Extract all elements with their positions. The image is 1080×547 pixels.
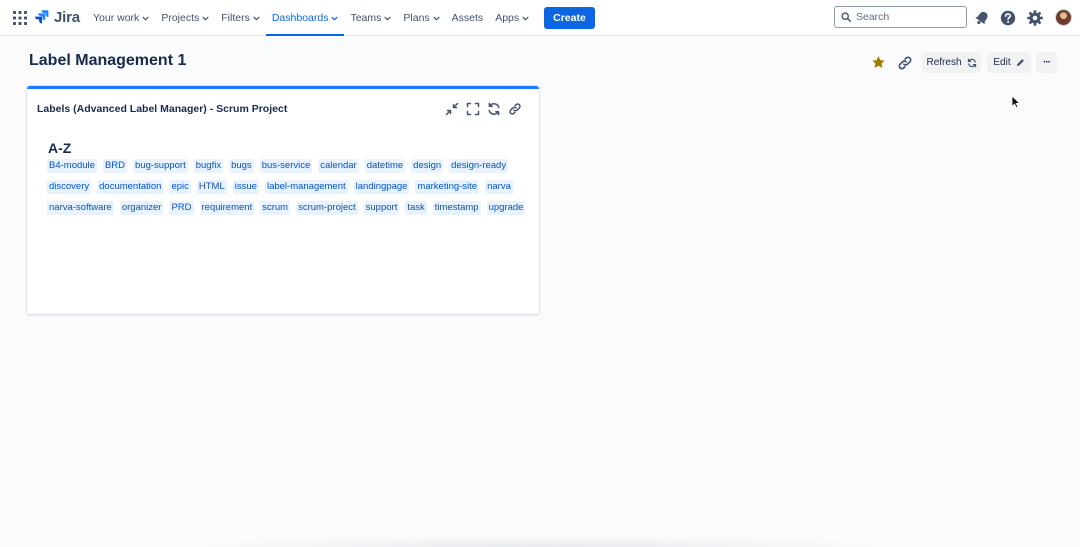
notifications-icon[interactable] [973,9,991,27]
label-chip[interactable]: design [411,159,444,173]
nav-item-your-work[interactable]: Your work [87,0,155,36]
chevron-down-icon [142,16,149,20]
nav-item-label: Dashboards [271,12,329,24]
nav-item-dashboards[interactable]: Dashboards [265,0,345,36]
refresh-button-label: Refresh [926,57,962,68]
label-chip[interactable]: bugs [229,159,254,173]
pencil-icon [1016,59,1024,67]
gadget-title: Labels (Advanced Label Manager) - Scrum … [37,103,288,115]
nav-item-assets[interactable]: Assets [446,0,490,36]
label-chip[interactable]: requirement [199,201,255,215]
refresh-icon [967,58,976,67]
label-chip[interactable]: timestamp [432,201,481,215]
label-chip[interactable]: narva [485,180,513,194]
label-chip[interactable]: bug-support [133,159,188,173]
label-chip[interactable]: datetime [364,159,406,173]
edit-button[interactable]: Edit [987,52,1031,73]
edit-button-label: Edit [993,57,1011,68]
label-chip[interactable]: epic [169,180,191,194]
top-navigation: Jira Your work Projects Filters Dashboards T… [0,0,1080,36]
refresh-button[interactable]: Refresh [922,52,981,73]
label-chip[interactable]: BRD [102,159,128,173]
chevron-down-icon [331,16,339,20]
nav-item-label: Assets [451,12,484,24]
fullscreen-icon[interactable] [466,102,480,116]
app-switcher-icon[interactable] [13,11,27,25]
reload-icon[interactable] [487,102,501,116]
nav-item-filters[interactable]: Filters [215,0,266,36]
user-avatar[interactable] [1055,9,1072,26]
search-input[interactable] [856,11,961,23]
star-icon[interactable] [871,55,886,70]
label-chip[interactable]: documentation [97,180,164,194]
label-chip[interactable]: task [405,201,427,215]
label-chip[interactable]: label-management [264,180,348,194]
jira-logo[interactable]: Jira [35,9,80,26]
nav-item-label: Apps [495,12,520,24]
chevron-down-icon [522,16,529,20]
label-chip[interactable]: support [363,201,400,215]
search-icon [841,12,851,22]
chevron-down-icon [253,16,260,20]
label-chip[interactable]: calendar [318,159,359,173]
label-chip[interactable]: scrum [260,201,291,215]
label-chip[interactable]: PRD [169,201,194,215]
label-chip[interactable]: narva-software [47,201,114,215]
nav-item-apps[interactable]: Apps [489,0,535,36]
minimize-icon[interactable] [445,102,459,116]
label-chip[interactable]: bugfix [193,159,224,173]
label-chip[interactable]: design-ready [449,159,509,173]
nav-item-label: Your work [93,12,140,24]
copy-link-icon[interactable] [897,55,913,71]
label-chip[interactable]: bus-service [259,159,313,173]
label-chip[interactable]: B4-module [47,159,97,173]
nav-item-label: Filters [221,12,250,24]
more-actions-button[interactable]: ··· [1036,52,1057,73]
label-cloud: B4-module BRD bug-support bugfix bugs bus-ser… [47,159,527,215]
gadget-toolbar [445,102,522,116]
label-chip[interactable]: landingpage [353,180,410,194]
nav-item-plans[interactable]: Plans [397,0,445,36]
chevron-down-icon [202,16,209,20]
nav-item-label: Teams [350,12,382,24]
label-chip[interactable]: organizer [119,201,164,215]
create-button[interactable]: Create [544,7,595,29]
chevron-down-icon [433,16,440,20]
primary-nav: Your work Projects Filters Dashboards Teams P… [87,0,595,36]
help-icon[interactable] [999,9,1017,27]
nav-item-label: Plans [403,12,430,24]
gadget-link-icon[interactable] [508,102,522,116]
jira-logo-icon [35,9,49,23]
label-chip[interactable]: upgrade [486,201,526,215]
search-box[interactable] [834,6,967,28]
section-heading-a-z: A-Z [48,140,72,156]
nav-item-label: Projects [161,12,200,24]
label-chip[interactable]: scrum-project [296,201,358,215]
page-title: Label Management 1 [29,52,187,69]
bottom-shadow [190,535,890,547]
label-chip[interactable]: marketing-site [415,180,480,194]
more-actions-icon: ··· [1043,57,1051,68]
labels-gadget: Labels (Advanced Label Manager) - Scrum … [27,86,539,314]
nav-item-projects[interactable]: Projects [155,0,215,36]
label-chip[interactable]: issue [232,180,259,194]
label-chip[interactable]: HTML [196,180,227,194]
chevron-down-icon [384,16,391,20]
settings-icon[interactable] [1026,9,1044,27]
product-name: Jira [54,9,80,26]
mouse-cursor-icon [1011,95,1021,109]
nav-item-teams[interactable]: Teams [344,0,397,36]
label-chip[interactable]: discovery [47,180,92,194]
